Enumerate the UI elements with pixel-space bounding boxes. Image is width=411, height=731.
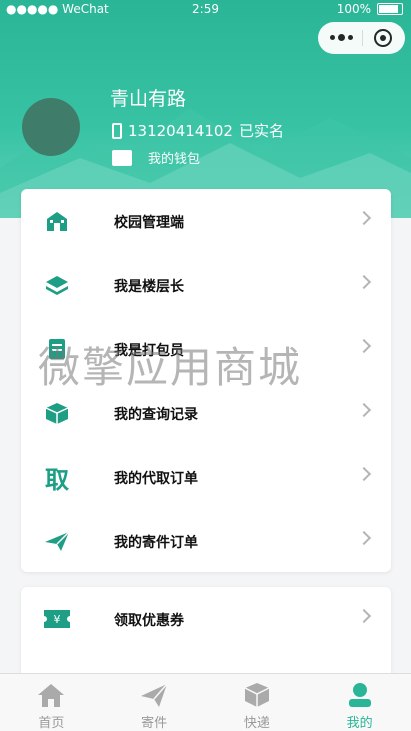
chevron-right-icon [356, 274, 372, 290]
battery-percent: 100% [336, 2, 371, 16]
chevron-right-icon [356, 608, 372, 624]
box-icon [244, 683, 270, 707]
coupon-symbol: ¥ [54, 613, 61, 626]
avatar[interactable] [22, 98, 80, 156]
bottom-tab-bar: 首页 寄件 快递 我的 [0, 673, 411, 731]
menu-item-coupons[interactable]: ¥ 领取优惠券 [21, 587, 391, 651]
phone-icon [112, 122, 122, 139]
send-icon [141, 683, 168, 707]
tab-label: 寄件 [141, 716, 168, 731]
close-miniprogram-icon[interactable] [374, 29, 392, 47]
coupon-icon: ¥ [43, 606, 71, 632]
phone-number: 13120414102 [128, 121, 233, 140]
chevron-right-icon [356, 530, 372, 546]
verified-badge: 已实名 [238, 122, 284, 140]
watermark: 微擎应用商城 [38, 343, 303, 392]
tab-send[interactable]: 寄件 [103, 674, 206, 731]
menu-item-pickup-orders[interactable]: 取 我的代取订单 [21, 445, 391, 509]
wallet-link[interactable]: 我的钱包 [112, 148, 200, 167]
layers-icon [43, 272, 71, 298]
battery-icon [377, 3, 403, 15]
menu-item-label: 我是楼层长 [114, 279, 184, 295]
wallet-label: 我的钱包 [148, 152, 201, 167]
miniprogram-capsule[interactable] [318, 22, 405, 54]
phone-row: 13120414102 已实名 [112, 120, 284, 141]
menu-item-floor-leader[interactable]: 我是楼层长 [21, 253, 391, 317]
chevron-right-icon [356, 338, 372, 354]
secondary-menu-card: ¥ 领取优惠券 [21, 587, 391, 682]
wallet-icon [112, 149, 132, 166]
menu-item-label: 我的寄件订单 [114, 535, 198, 551]
tab-home[interactable]: 首页 [0, 674, 103, 731]
menu-item-send-orders[interactable]: 我的寄件订单 [21, 509, 391, 572]
tab-express[interactable]: 快递 [206, 674, 309, 731]
tab-label: 我的 [346, 716, 373, 731]
more-icon[interactable] [330, 34, 353, 41]
campus-building-icon [43, 208, 71, 234]
menu-item-label: 我的查询记录 [114, 407, 198, 423]
status-bar: ●●●●● WeChat 2:59 100% [0, 0, 411, 20]
chevron-right-icon [356, 210, 372, 226]
home-icon [38, 684, 65, 707]
paper-plane-icon [43, 528, 71, 554]
pickup-char-icon: 取 [45, 464, 69, 494]
menu-item-label: 校园管理端 [114, 215, 184, 231]
menu-item-label: 领取优惠券 [114, 613, 184, 629]
menu-item-label: 我的代取订单 [114, 471, 198, 487]
box-icon [43, 400, 71, 426]
chevron-right-icon [356, 402, 372, 418]
chevron-right-icon [356, 466, 372, 482]
user-icon [348, 683, 371, 707]
menu-item-campus-admin[interactable]: 校园管理端 [21, 189, 391, 253]
tab-label: 快递 [243, 716, 270, 731]
tab-label: 首页 [38, 716, 65, 731]
tab-mine[interactable]: 我的 [308, 674, 411, 731]
user-name: 青山有路 [110, 88, 187, 110]
